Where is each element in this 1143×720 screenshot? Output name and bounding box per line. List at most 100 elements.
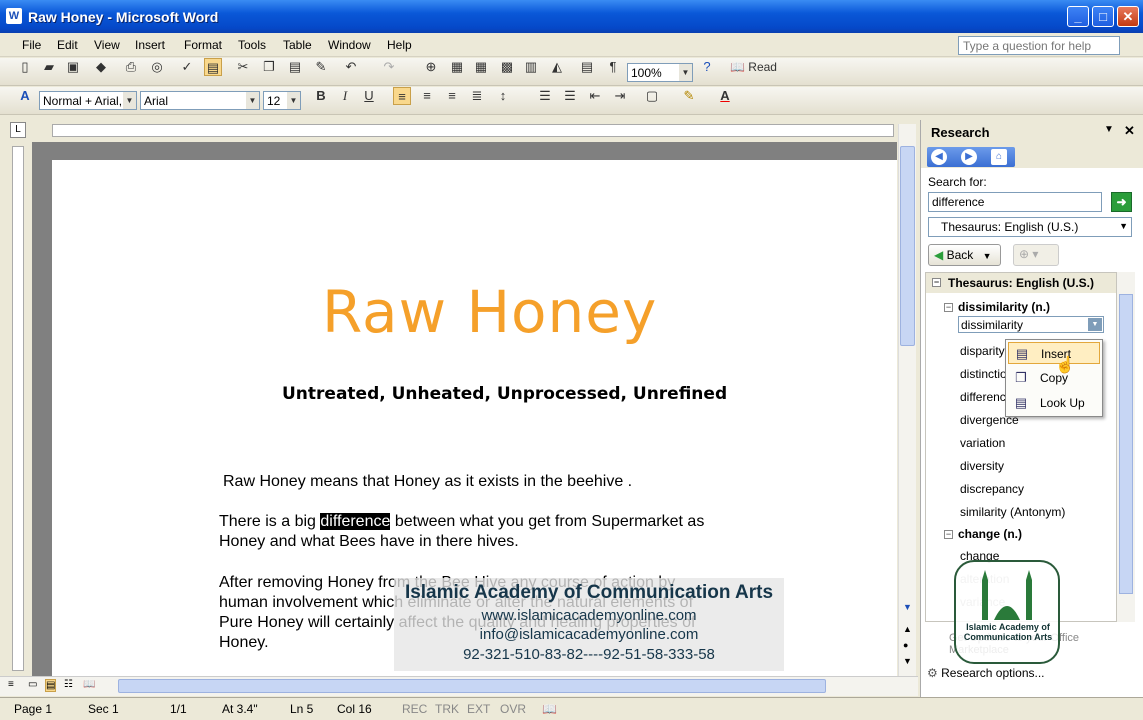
- font-select[interactable]: Arial ▼: [140, 91, 260, 110]
- menu-item-copy[interactable]: ❐ Copy: [1008, 367, 1100, 389]
- research-icon[interactable]: ▤: [204, 58, 222, 76]
- menu-item-insert[interactable]: ▤ Insert: [1008, 342, 1100, 364]
- doc-map-icon[interactable]: ▤: [578, 58, 596, 76]
- hyperlink-icon[interactable]: ⊕: [422, 58, 440, 76]
- horizontal-scrollbar[interactable]: ≡ ▭ ▤ ☷ 📖: [0, 676, 918, 696]
- bold-icon[interactable]: B: [312, 87, 330, 105]
- research-search-input[interactable]: difference: [928, 192, 1102, 212]
- synonym-item[interactable]: variation: [960, 436, 1005, 450]
- open-icon[interactable]: ▰: [40, 58, 58, 76]
- prev-page-icon[interactable]: ▲: [903, 624, 912, 634]
- undo-icon[interactable]: ↶: [342, 58, 360, 76]
- scroll-thumb[interactable]: [900, 146, 915, 346]
- web-view-icon[interactable]: ▭: [28, 679, 37, 690]
- word-app-icon[interactable]: W: [6, 8, 22, 24]
- nav-back-icon[interactable]: ◀: [931, 149, 947, 165]
- read-button[interactable]: 📖 Read: [730, 58, 780, 76]
- synonym-dropdown[interactable]: dissimilarity ▼: [958, 316, 1104, 333]
- nav-forward-icon[interactable]: ▶: [961, 149, 977, 165]
- chevron-down-icon[interactable]: ▼: [983, 251, 992, 261]
- tables-borders-icon[interactable]: ▦: [448, 58, 466, 76]
- numbering-icon[interactable]: ☰: [536, 87, 554, 105]
- zoom-select[interactable]: 100% ▼: [627, 63, 693, 82]
- scroll-down-icon[interactable]: ▼: [903, 602, 912, 612]
- collapse-icon[interactable]: −: [944, 303, 953, 312]
- browse-object-icon[interactable]: ●: [903, 640, 908, 650]
- collapse-icon[interactable]: −: [944, 530, 953, 539]
- home-icon[interactable]: ⌂: [991, 149, 1007, 165]
- highlight-icon[interactable]: ✎: [680, 87, 698, 105]
- reading-view-icon[interactable]: 📖: [83, 679, 95, 690]
- normal-view-icon[interactable]: ≡: [8, 679, 14, 690]
- synonym-item[interactable]: disparity: [960, 344, 1005, 358]
- menu-file[interactable]: File: [22, 38, 41, 52]
- synonym-item[interactable]: diversity: [960, 459, 1004, 473]
- horizontal-ruler-scale[interactable]: [52, 124, 894, 137]
- menu-format[interactable]: Format: [184, 38, 222, 52]
- format-painter-icon[interactable]: ✎: [312, 58, 330, 76]
- paste-icon[interactable]: ▤: [286, 58, 304, 76]
- minimize-button[interactable]: _: [1067, 6, 1089, 27]
- research-options-link[interactable]: ⚙ Research options...: [927, 666, 1045, 680]
- menu-help[interactable]: Help: [387, 38, 412, 52]
- insert-excel-icon[interactable]: ▩: [498, 58, 516, 76]
- menu-window[interactable]: Window: [328, 38, 371, 52]
- reference-select[interactable]: Thesaurus: English (U.S.) ▼: [928, 217, 1132, 237]
- vertical-ruler-scale[interactable]: [12, 146, 24, 671]
- print-preview-icon[interactable]: ◎: [148, 58, 166, 76]
- columns-icon[interactable]: ▥: [522, 58, 540, 76]
- menu-tools[interactable]: Tools: [238, 38, 266, 52]
- sense-dissimilarity[interactable]: dissimilarity (n.): [958, 300, 1050, 314]
- outline-view-icon[interactable]: ☷: [64, 679, 73, 690]
- decrease-indent-icon[interactable]: ⇤: [586, 87, 604, 105]
- start-search-button[interactable]: ➜: [1111, 192, 1132, 212]
- underline-icon[interactable]: U: [360, 87, 378, 105]
- italic-icon[interactable]: I: [336, 87, 354, 105]
- sense-change[interactable]: change (n.): [958, 527, 1022, 541]
- show-hide-icon[interactable]: ¶: [604, 58, 622, 76]
- pane-menu-icon[interactable]: ▼: [1104, 124, 1114, 135]
- menu-edit[interactable]: Edit: [57, 38, 78, 52]
- close-button[interactable]: ✕: [1117, 6, 1139, 27]
- chevron-down-icon[interactable]: ▼: [1088, 318, 1102, 331]
- h-scroll-thumb[interactable]: [118, 679, 826, 693]
- save-icon[interactable]: ▣: [64, 58, 82, 76]
- back-button[interactable]: ◀ Back ▼: [928, 244, 1001, 266]
- spelling-icon[interactable]: ✓: [178, 58, 196, 76]
- align-left-icon[interactable]: ≡: [393, 87, 411, 105]
- new-doc-icon[interactable]: ▯: [16, 58, 34, 76]
- vertical-scrollbar[interactable]: ▼ ▲ ● ▼: [898, 124, 916, 676]
- pane-close-icon[interactable]: ✕: [1124, 123, 1135, 139]
- status-trk[interactable]: TRK: [435, 702, 459, 716]
- print-view-icon[interactable]: ▤: [45, 679, 57, 692]
- permission-icon[interactable]: ◆: [92, 58, 110, 76]
- menu-insert[interactable]: Insert: [135, 38, 165, 52]
- forward-button[interactable]: ⊕ ▾: [1013, 244, 1059, 266]
- selected-word[interactable]: difference: [320, 513, 391, 530]
- synonym-item[interactable]: similarity (Antonym): [960, 505, 1065, 519]
- menu-view[interactable]: View: [94, 38, 120, 52]
- insert-table-icon[interactable]: ▦: [472, 58, 490, 76]
- menu-item-look-up[interactable]: ▤ Look Up: [1008, 392, 1100, 414]
- justify-icon[interactable]: ≣: [468, 87, 486, 105]
- maximize-button[interactable]: □: [1092, 6, 1114, 27]
- line-spacing-icon[interactable]: ↕: [494, 87, 512, 105]
- align-right-icon[interactable]: ≡: [443, 87, 461, 105]
- borders-icon[interactable]: ▢: [643, 87, 661, 105]
- results-scroll-thumb[interactable]: [1119, 294, 1133, 594]
- help-search-input[interactable]: Type a question for help: [958, 36, 1120, 55]
- font-color-icon[interactable]: A: [716, 87, 734, 105]
- drawing-icon[interactable]: ◭: [548, 58, 566, 76]
- align-center-icon[interactable]: ≡: [418, 87, 436, 105]
- menu-table[interactable]: Table: [283, 38, 312, 52]
- tab-selector-icon[interactable]: L: [10, 122, 26, 138]
- results-header[interactable]: − Thesaurus: English (U.S.): [926, 273, 1116, 293]
- synonym-item[interactable]: discrepancy: [960, 482, 1024, 496]
- cut-icon[interactable]: ✂: [234, 58, 252, 76]
- font-size-select[interactable]: 12 ▼: [263, 91, 301, 110]
- style-select[interactable]: Normal + Arial, ▼: [39, 91, 137, 110]
- redo-icon[interactable]: ↷: [380, 58, 398, 76]
- status-ovr[interactable]: OVR: [500, 702, 526, 716]
- collapse-icon[interactable]: −: [932, 278, 941, 287]
- help-icon[interactable]: ?: [698, 58, 716, 76]
